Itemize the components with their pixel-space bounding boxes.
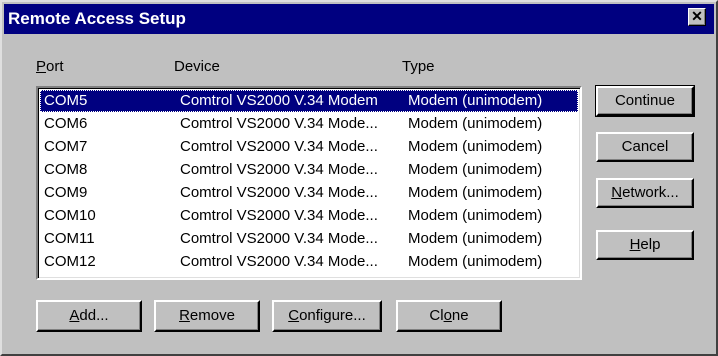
- list-row-com8[interactable]: COM8 Comtrol VS2000 V.34 Mode... Modem (…: [40, 159, 578, 181]
- type-cell: Modem (unimodem): [408, 138, 543, 155]
- port-cell: COM8: [44, 161, 88, 178]
- port-cell: COM10: [44, 207, 96, 224]
- device-cell: Comtrol VS2000 V.34 Mode...: [180, 184, 378, 201]
- port-cell: COM7: [44, 138, 88, 155]
- device-cell: Comtrol VS2000 V.34 Mode...: [180, 115, 378, 132]
- list-row-com11[interactable]: COM11 Comtrol VS2000 V.34 Mode... Modem …: [40, 228, 578, 250]
- type-cell: Modem (unimodem): [408, 207, 543, 224]
- port-cell: COM9: [44, 184, 88, 201]
- type-cell: Modem (unimodem): [408, 253, 543, 270]
- clone-button[interactable]: Clone: [396, 300, 502, 332]
- list-row-com9[interactable]: COM9 Comtrol VS2000 V.34 Mode... Modem (…: [40, 182, 578, 204]
- title-bar[interactable]: Remote Access Setup ✕: [4, 4, 714, 34]
- type-cell: Modem (unimodem): [408, 92, 543, 109]
- port-device-list[interactable]: COM5 Comtrol VS2000 V.34 Modem Modem (un…: [36, 86, 582, 280]
- type-cell: Modem (unimodem): [408, 161, 543, 178]
- port-cell: COM6: [44, 115, 88, 132]
- device-cell: Comtrol VS2000 V.34 Mode...: [180, 161, 378, 178]
- port-cell: COM11: [44, 230, 95, 247]
- column-header-device: Device: [174, 58, 220, 75]
- device-cell: Comtrol VS2000 V.34 Mode...: [180, 138, 378, 155]
- port-cell: COM5: [44, 92, 88, 109]
- type-cell: Modem (unimodem): [408, 115, 543, 132]
- close-button[interactable]: ✕: [688, 8, 706, 26]
- dialog-title: Remote Access Setup: [8, 9, 186, 28]
- close-icon: ✕: [691, 8, 703, 24]
- device-cell: Comtrol VS2000 V.34 Mode...: [180, 207, 378, 224]
- port-cell: COM12: [44, 253, 96, 270]
- remove-button[interactable]: Remove: [154, 300, 260, 332]
- cancel-button[interactable]: Cancel: [596, 132, 694, 162]
- list-row-com12[interactable]: COM12 Comtrol VS2000 V.34 Mode... Modem …: [40, 251, 578, 273]
- list-row-com7[interactable]: COM7 Comtrol VS2000 V.34 Mode... Modem (…: [40, 136, 578, 158]
- column-header-port: Port: [36, 58, 64, 75]
- help-button[interactable]: Help: [596, 230, 694, 260]
- list-row-com6[interactable]: COM6 Comtrol VS2000 V.34 Mode... Modem (…: [40, 113, 578, 135]
- type-cell: Modem (unimodem): [408, 184, 543, 201]
- list-row-com10[interactable]: COM10 Comtrol VS2000 V.34 Mode... Modem …: [40, 205, 578, 227]
- continue-button[interactable]: Continue: [595, 85, 695, 117]
- device-cell: Comtrol VS2000 V.34 Modem: [180, 92, 378, 109]
- add-button[interactable]: Add...: [36, 300, 142, 332]
- device-cell: Comtrol VS2000 V.34 Mode...: [180, 253, 378, 270]
- column-header-type: Type: [402, 58, 435, 75]
- configure-button[interactable]: Configure...: [272, 300, 382, 332]
- remote-access-setup-dialog: Remote Access Setup ✕ Port Device Type C…: [0, 0, 718, 356]
- type-cell: Modem (unimodem): [408, 230, 543, 247]
- device-cell: Comtrol VS2000 V.34 Mode...: [180, 230, 378, 247]
- network-button[interactable]: Network...: [596, 178, 694, 208]
- list-row-com5[interactable]: COM5 Comtrol VS2000 V.34 Modem Modem (un…: [40, 90, 578, 112]
